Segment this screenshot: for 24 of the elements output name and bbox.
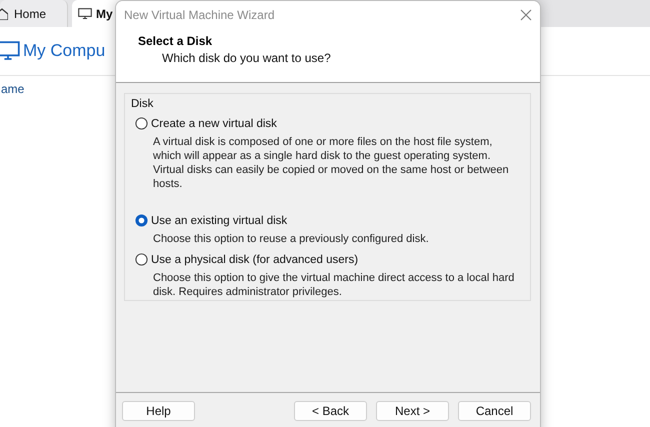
option-label[interactable]: Use an existing virtual disk — [151, 214, 288, 226]
radio-button[interactable] — [135, 253, 148, 266]
column-header: ame — [0, 81, 26, 96]
window-title: New Virtual Machine Wizard — [124, 8, 274, 22]
dialog-button[interactable]: Cancel — [458, 401, 531, 421]
option-description: Choose this option to give the virtual machine direct access to a local hard disk. Requires administrator privileges. — [153, 271, 516, 299]
monitor-icon — [0, 41, 20, 61]
option-description: A virtual disk is composed of one or more files on the host file system, which will appear as a single hard disk to the guest operating system. Virtual disks can easily be copied or moved on the same host or between hosts. — [153, 135, 510, 191]
dialog-button[interactable]: Next > — [376, 401, 449, 421]
radio-button[interactable] — [135, 117, 148, 130]
tab[interactable]: Home — [0, 0, 68, 27]
group-label: Disk — [131, 98, 154, 110]
home-icon — [0, 8, 8, 20]
dialog-button[interactable]: < Back — [294, 401, 367, 421]
step-title: Select a Disk — [138, 34, 214, 48]
dialog-button[interactable]: Help — [122, 401, 195, 421]
page-heading: My Compu — [23, 41, 106, 61]
step-subtitle: Which disk do you want to use? — [162, 51, 332, 65]
option-label[interactable]: Create a new virtual disk — [151, 118, 277, 130]
close-icon[interactable] — [520, 8, 532, 20]
radio-button[interactable] — [135, 214, 148, 227]
option-label[interactable]: Use a physical disk (for advanced users) — [151, 254, 358, 266]
monitor-icon — [78, 8, 92, 20]
option-description: Choose this option to reuse a previously configured disk. — [153, 232, 430, 246]
